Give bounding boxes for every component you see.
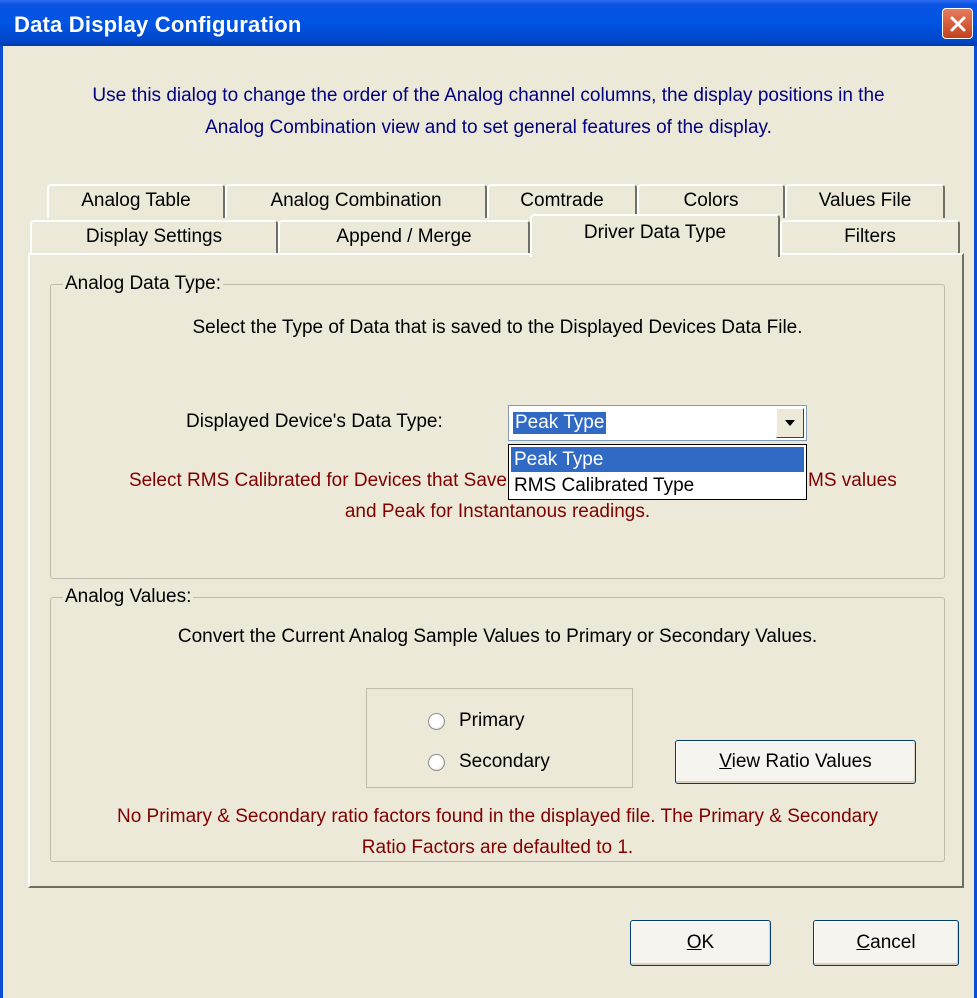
tab-filters[interactable]: Filters [780, 220, 960, 255]
data-type-select[interactable]: Peak Type [508, 405, 807, 441]
data-type-field-label: Displayed Device's Data Type: [186, 411, 443, 432]
tab-append-merge[interactable]: Append / Merge [278, 220, 530, 255]
analog-data-type-legend: Analog Data Type: [63, 273, 223, 295]
radio-secondary[interactable]: Secondary [428, 751, 550, 773]
analog-data-type-description: Select the Type of Data that is saved to… [192, 317, 803, 338]
close-button[interactable] [942, 8, 973, 39]
tab-analog-combination[interactable]: Analog Combination [225, 184, 487, 218]
tab-analog-table[interactable]: Analog Table [47, 184, 225, 218]
tab-colors[interactable]: Colors [637, 184, 785, 218]
ratio-note-line1: No Primary & Secondary ratio factors fou… [116, 806, 879, 827]
tab-values-file[interactable]: Values File [785, 184, 945, 218]
window-title: Data Display Configuration [14, 12, 302, 37]
radio-secondary-label: Secondary [459, 751, 550, 772]
ratio-note-line2: Ratio Factors are defaulted to 1. [361, 837, 634, 858]
rms-note-line1-right: MS values [808, 470, 897, 491]
rms-note-line1-left: Select RMS Calibrated for Devices that S… [128, 470, 507, 491]
title-bar: Data Display Configuration [0, 0, 977, 46]
dropdown-arrow-button[interactable] [776, 408, 804, 438]
cancel-button[interactable]: Cancel [813, 920, 959, 966]
tab-comtrade[interactable]: Comtrade [487, 184, 637, 218]
data-type-dropdown-list: Peak Type RMS Calibrated Type [508, 444, 807, 500]
radio-primary[interactable]: Primary [428, 710, 524, 732]
intro-text: Use this dialog to change the order of t… [92, 85, 885, 138]
radio-secondary-circle[interactable] [428, 753, 445, 771]
tab-driver-data-type[interactable]: Driver Data Type [530, 214, 780, 257]
radio-primary-label: Primary [459, 710, 525, 731]
radio-group-box [366, 688, 633, 788]
ok-button[interactable]: OK [630, 920, 771, 966]
analog-values-legend: Analog Values: [63, 586, 194, 608]
close-icon [950, 16, 965, 31]
radio-primary-circle[interactable] [428, 712, 445, 730]
analog-values-description: Convert the Current Analog Sample Values… [177, 626, 818, 647]
dropdown-option-rms-calibrated-type[interactable]: RMS Calibrated Type [511, 473, 804, 498]
tab-display-settings[interactable]: Display Settings [30, 220, 278, 255]
window-frame-left [0, 46, 3, 998]
rms-note-line2: and Peak for Instantanous readings. [344, 501, 651, 522]
data-type-selected-value: Peak Type [513, 412, 607, 434]
dropdown-option-peak-type[interactable]: Peak Type [511, 447, 804, 472]
view-ratio-values-button[interactable]: View Ratio Values [675, 740, 916, 784]
chevron-down-icon [785, 420, 795, 426]
